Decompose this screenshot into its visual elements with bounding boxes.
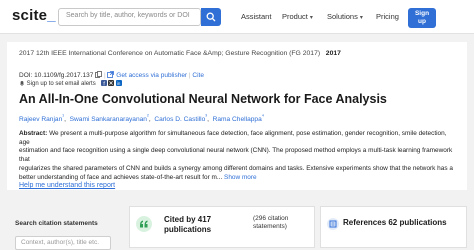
nav-assistant[interactable]: Assistant xyxy=(241,12,271,21)
nav-product-label: Product xyxy=(282,12,308,21)
author-link[interactable]: Swami Sankaranarayanan xyxy=(70,116,147,123)
cite-link[interactable]: Cite xyxy=(192,72,204,79)
search-button[interactable] xyxy=(201,8,221,26)
statements-line: statements) xyxy=(253,223,287,230)
abstract-label: Abstract: xyxy=(19,130,48,137)
abstract-line: estimation and face recognition using a … xyxy=(19,147,453,164)
references-count: References 62 publications xyxy=(343,218,447,227)
alert-line: Sign up to set email alerts f in xyxy=(19,80,123,87)
citation-search-placeholder: Context, author(s), title etc. xyxy=(21,239,100,246)
doi-text[interactable]: DOI: 10.1109/fg.2017.137 xyxy=(19,72,93,79)
svg-text:f: f xyxy=(103,81,105,86)
scite-logo[interactable]: scite_ xyxy=(12,7,56,24)
nav-product[interactable]: Product ▾ xyxy=(282,12,313,21)
abstract-line: Abstract: We present a multi-purpose alg… xyxy=(19,130,459,147)
author-link[interactable]: Rama Chellappa xyxy=(213,116,262,123)
sign-up-button[interactable]: Sign up xyxy=(408,8,436,28)
article-card: 2017 12th IEEE International Conference … xyxy=(7,42,467,190)
quote-icon xyxy=(140,220,148,228)
references-box[interactable]: References 62 publications xyxy=(320,206,467,248)
logo-text: scite xyxy=(12,7,48,24)
external-link-icon xyxy=(107,71,115,78)
top-navigation-bar: scite_ Search by title, author, keywords… xyxy=(0,0,474,34)
nav-solutions-label: Solutions xyxy=(327,12,358,21)
help-understand-link[interactable]: Help me understand this report xyxy=(19,182,115,189)
separator: , xyxy=(148,116,153,124)
logo-underscore: _ xyxy=(47,7,56,24)
publication-year: 2017 xyxy=(325,50,341,57)
author-link[interactable]: Rajeev Ranjan xyxy=(19,116,62,123)
cited-by-box[interactable]: Cited by 417 publications (296 citation … xyxy=(129,206,315,248)
references-icon-badge xyxy=(327,218,339,230)
cited-by-line: publications xyxy=(164,225,212,234)
search-placeholder: Search by title, author, keywords or DOI xyxy=(66,12,190,19)
sign-up-label-1: Sign xyxy=(414,10,430,17)
separator: | xyxy=(188,72,191,79)
separator: , xyxy=(207,116,211,124)
chevron-down-icon: ▾ xyxy=(359,15,363,21)
separator: | xyxy=(103,72,106,79)
abstract-text: better understanding of face and achieve… xyxy=(19,173,223,181)
svg-text:in: in xyxy=(117,81,121,86)
bell-icon xyxy=(20,81,24,86)
statements-line: (296 citation xyxy=(253,215,289,222)
chevron-down-icon: ▾ xyxy=(309,15,313,21)
separator: , xyxy=(64,116,68,124)
author-list: Rajeev Ranjan¹, Swami Sankaranarayanan²,… xyxy=(19,114,264,123)
citation-search-panel: Search citation statements Context, auth… xyxy=(7,210,111,250)
citation-statements-count: (296 citation statements) xyxy=(253,215,288,231)
linkedin-icon[interactable]: in xyxy=(116,80,123,86)
abstract-line: regularizes the shared parameters of CNN… xyxy=(19,164,453,172)
nav-pricing[interactable]: Pricing xyxy=(376,12,399,21)
article-title: An All-In-One Convolutional Neural Netwo… xyxy=(19,92,387,106)
search-input[interactable]: Search by title, author, keywords or DOI xyxy=(58,8,201,26)
abstract: Abstract: We present a multi-purpose alg… xyxy=(19,130,459,182)
nav-solutions[interactable]: Solutions ▾ xyxy=(327,12,363,21)
abstract-text: We present a multi-purpose algorithm for… xyxy=(19,130,447,146)
facebook-icon[interactable]: f xyxy=(100,80,107,87)
abstract-line: better understanding of face and achieve… xyxy=(19,174,459,183)
sign-up-label-2: up xyxy=(418,18,426,25)
cited-by-count: Cited by 417 publications xyxy=(164,215,211,235)
get-access-link[interactable]: Get access via publisher xyxy=(116,72,187,79)
venue-line: 2017 12th IEEE International Conference … xyxy=(19,50,341,57)
search-icon xyxy=(206,12,216,22)
doi-line: DOI: 10.1109/fg.2017.137 | Get access vi… xyxy=(19,71,204,79)
copy-icon[interactable] xyxy=(95,71,103,78)
venue-name[interactable]: 2017 12th IEEE International Conference … xyxy=(19,50,320,57)
email-alerts-link[interactable]: Sign up to set email alerts xyxy=(27,81,96,87)
twitter-icon[interactable] xyxy=(108,80,115,86)
citation-search-label: Search citation statements xyxy=(15,220,98,227)
book-icon xyxy=(329,220,337,228)
cited-icon-badge xyxy=(136,216,152,232)
show-more-link[interactable]: Show more xyxy=(224,174,257,181)
author-affiliation-mark: ⁴ xyxy=(261,114,265,120)
author-link[interactable]: Carlos D. Castillo xyxy=(154,116,205,123)
cited-by-line: Cited by 417 xyxy=(164,215,212,224)
